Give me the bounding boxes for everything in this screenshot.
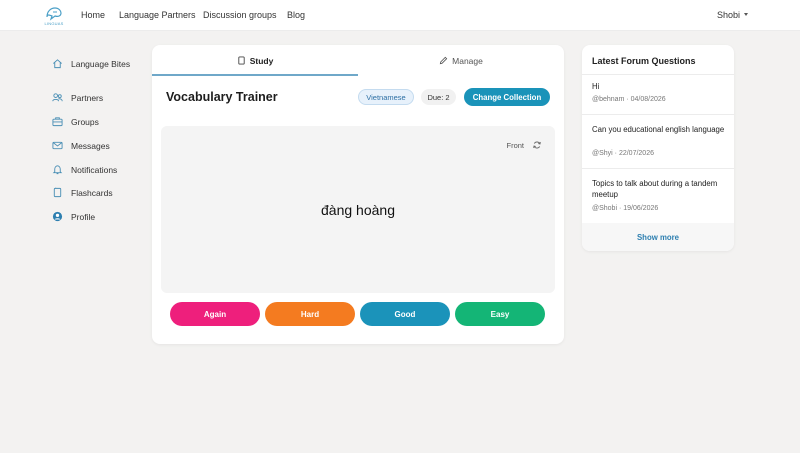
card-side-label: Front xyxy=(506,141,524,150)
nav-link-discussion-groups[interactable]: Discussion groups xyxy=(203,10,277,20)
vocabulary-trainer-card: Study Manage Vocabulary Trainer Vietname… xyxy=(152,45,564,344)
sidebar-item-label: Flashcards xyxy=(71,188,113,198)
users-icon xyxy=(52,93,63,102)
logo-text: LINGUAS xyxy=(44,21,64,26)
cards-icon xyxy=(238,56,245,65)
sidebar-item-messages[interactable]: Messages xyxy=(52,140,131,152)
sidebar-item-label: Notifications xyxy=(71,165,118,175)
logo-icon xyxy=(46,7,62,21)
hard-button[interactable]: Hard xyxy=(265,302,355,326)
forum-question-title[interactable]: Can you educational english language xyxy=(592,124,727,135)
briefcase-icon xyxy=(52,117,63,127)
tab-label: Manage xyxy=(452,55,483,66)
good-button[interactable]: Good xyxy=(360,302,450,326)
app-logo[interactable]: LINGUAS xyxy=(43,4,65,28)
language-badge: Vietnamese xyxy=(358,89,414,105)
again-button[interactable]: Again xyxy=(170,302,260,326)
nav-link-language-partners[interactable]: Language Partners xyxy=(119,10,196,20)
sidebar-item-label: Profile xyxy=(71,212,96,222)
pencil-icon xyxy=(439,56,448,65)
forum-question-meta: @Shobi · 19/06/2026 xyxy=(592,205,659,212)
forum-panel-title: Latest Forum Questions xyxy=(592,56,696,66)
chevron-down-icon xyxy=(744,13,748,17)
active-tab-indicator xyxy=(152,74,358,76)
flashcard-word: đàng hoàng xyxy=(321,202,395,218)
sidebar-item-partners[interactable]: Partners xyxy=(52,92,131,104)
user-menu[interactable]: Shobi xyxy=(717,10,748,20)
forum-question-title[interactable]: Topics to talk about during a tandem mee… xyxy=(592,178,727,200)
tab-study[interactable]: Study xyxy=(152,45,358,76)
trainer-tabs: Study Manage xyxy=(152,45,564,76)
sidebar-item-label: Language Bites xyxy=(71,59,131,69)
forum-question-meta: @Shyi · 22/07/2026 xyxy=(592,150,654,157)
mail-icon xyxy=(52,141,63,150)
flashcard[interactable]: Front đàng hoàng xyxy=(161,126,555,293)
divider xyxy=(582,114,734,115)
forum-question-meta: @behnam · 04/08/2026 xyxy=(592,96,666,103)
home-icon xyxy=(53,59,62,69)
profile-icon xyxy=(52,211,63,222)
easy-button[interactable]: Easy xyxy=(455,302,545,326)
sidebar-item-groups[interactable]: Groups xyxy=(52,116,131,128)
page-title: Vocabulary Trainer xyxy=(166,90,278,104)
user-name: Shobi xyxy=(716,10,740,20)
show-more-button[interactable]: Show more xyxy=(582,223,734,251)
divider xyxy=(582,74,734,75)
change-collection-button[interactable]: Change Collection xyxy=(464,88,550,106)
forum-question-title[interactable]: Hi xyxy=(592,81,727,92)
sidebar-item-language-bites[interactable]: Language Bites xyxy=(52,58,131,70)
sidebar-item-label: Groups xyxy=(71,117,99,127)
bell-icon xyxy=(52,165,63,175)
cards-icon xyxy=(53,187,62,198)
nav-link-home[interactable]: Home xyxy=(81,10,105,20)
sidebar-item-flashcards[interactable]: Flashcards xyxy=(52,187,131,199)
sidebar-item-profile[interactable]: Profile xyxy=(52,211,131,223)
nav-link-blog[interactable]: Blog xyxy=(287,10,305,20)
due-count-badge: Due: 2 xyxy=(421,89,456,105)
latest-forum-questions-panel: Latest Forum Questions Hi @behnam · 04/0… xyxy=(582,45,734,251)
flip-icon[interactable] xyxy=(532,140,542,150)
tab-label: Study xyxy=(249,55,274,66)
top-navbar: LINGUAS Home Language Partners Discussio… xyxy=(0,0,800,31)
sidebar-item-notifications[interactable]: Notifications xyxy=(52,164,131,176)
sidebar-item-label: Partners xyxy=(71,93,104,103)
tab-manage[interactable]: Manage xyxy=(358,45,564,76)
divider xyxy=(582,168,734,169)
sidebar-item-label: Messages xyxy=(71,141,110,151)
